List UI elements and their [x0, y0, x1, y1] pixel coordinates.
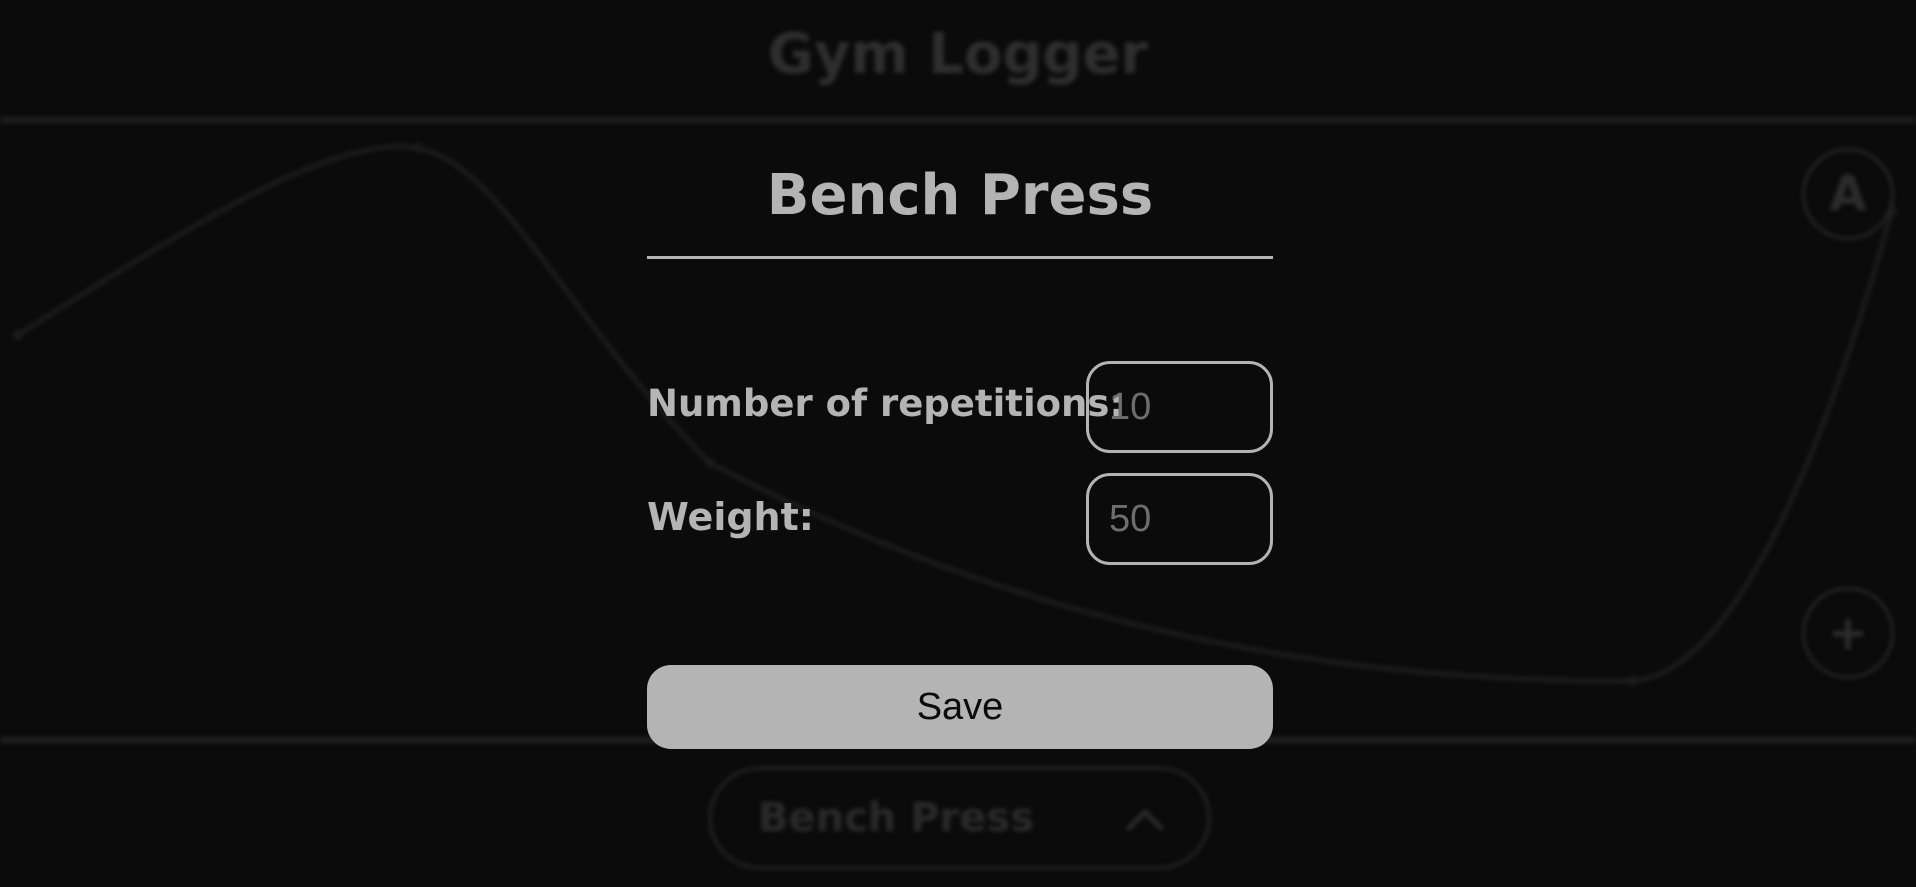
reps-label: Number of repetitions:	[647, 382, 1125, 425]
log-set-modal: Bench Press Number of repetitions: Weigh…	[647, 150, 1273, 750]
reps-input[interactable]	[1086, 361, 1273, 453]
weight-label: Weight:	[647, 495, 814, 539]
chart-point	[1627, 676, 1637, 686]
add-entry-button[interactable]: +	[1802, 587, 1894, 679]
weight-input[interactable]	[1086, 473, 1273, 565]
chevron-up-icon	[1126, 809, 1164, 831]
app-title: Gym Logger	[767, 22, 1149, 87]
auto-mode-button[interactable]: A	[1802, 148, 1894, 240]
exercise-select-value: Bench Press	[758, 795, 1034, 841]
save-button[interactable]: Save	[647, 665, 1273, 749]
exercise-select[interactable]: Bench Press	[708, 766, 1211, 870]
modal-divider	[647, 256, 1273, 259]
modal-title: Bench Press	[766, 163, 1154, 228]
chart-point	[13, 330, 23, 340]
app-root: Gym Logger A + Bench Press Bench Press N…	[0, 0, 1916, 887]
chart-point	[413, 143, 423, 153]
